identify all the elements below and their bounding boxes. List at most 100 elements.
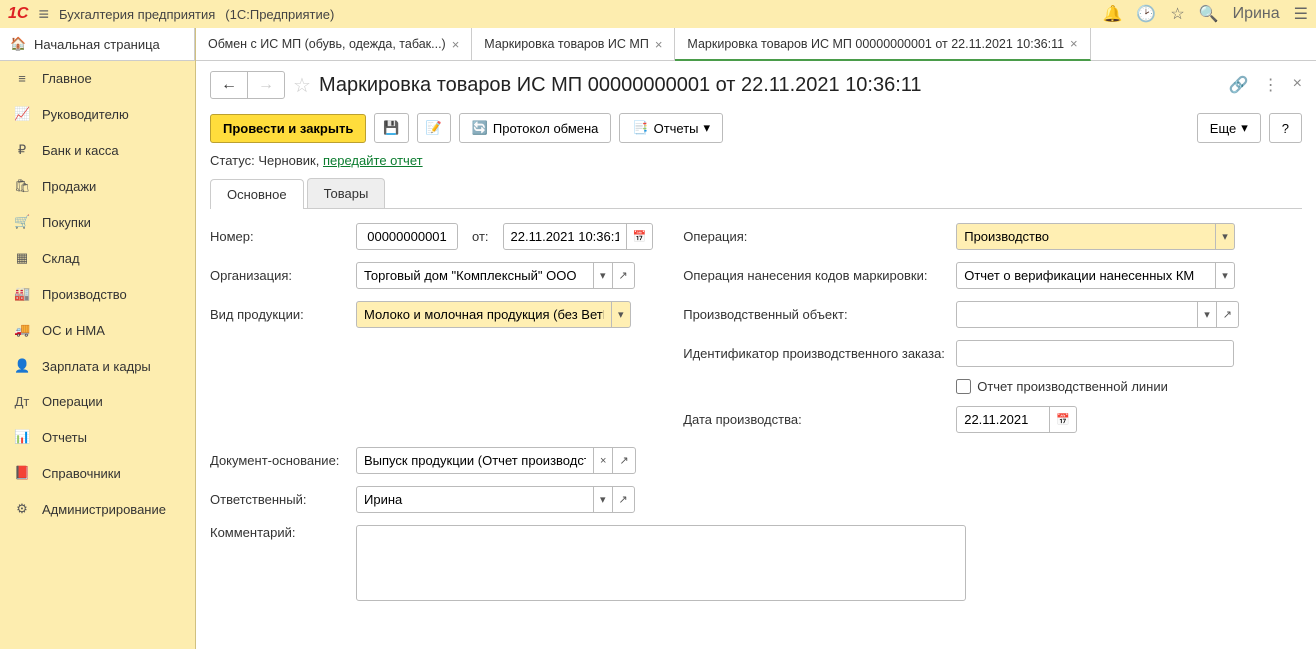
sidebar-item-warehouse[interactable]: ▦Склад [0,240,195,276]
operation-label: Операция: [683,229,948,244]
chevron-down-icon[interactable]: ▾ [1197,302,1216,327]
line-report-checkbox[interactable] [956,379,971,394]
post-close-button[interactable]: Провести и закрыть [210,114,366,143]
open-icon[interactable]: ↗ [612,487,634,512]
tab-label: Маркировка товаров ИС МП [484,37,649,51]
sidebar-home[interactable]: 🏠 Начальная страница [0,28,195,61]
tab-marking-list[interactable]: Маркировка товаров ИС МП × [472,28,675,60]
sidebar-item-sales[interactable]: 🛍 Продажи [0,168,195,204]
gear-icon: ⚙ [14,501,30,517]
sidebar-item-reports[interactable]: 📊 Отчеты [0,419,195,455]
cart-icon: 🛒 [14,214,30,230]
main-menu-icon[interactable]: ≡ [38,4,49,25]
prod-obj-field[interactable] [957,302,1197,327]
tab-marking-doc[interactable]: Маркировка товаров ИС МП 00000000001 от … [675,28,1090,61]
responsible-field[interactable] [357,487,593,512]
open-icon[interactable]: ↗ [612,263,634,288]
help-button[interactable]: ? [1269,113,1302,143]
prod-date-field[interactable] [957,407,1049,432]
number-field[interactable] [357,224,457,249]
chevron-down-icon[interactable]: ▾ [1215,224,1234,249]
favorite-icon[interactable]: ☆ [1170,4,1184,24]
sidebar-item-manager[interactable]: 📈Руководителю [0,96,195,132]
tab-exchange[interactable]: Обмен с ИС МП (обувь, одежда, табак...) × [196,28,472,60]
close-icon[interactable]: × [1070,36,1078,51]
close-page-icon[interactable]: × [1293,75,1302,95]
sidebar-item-label: Операции [42,394,103,409]
more-icon[interactable]: ⋮ [1263,75,1279,95]
button-label: Отчеты [654,121,699,136]
comment-field[interactable] [356,525,966,601]
open-icon[interactable]: ↗ [612,448,634,473]
tab-label: Обмен с ИС МП (обувь, одежда, табак...) [208,37,446,51]
status-link[interactable]: передайте отчет [323,153,423,168]
calendar-icon[interactable]: 📅 [1049,407,1076,432]
mark-op-field[interactable] [957,263,1215,288]
sidebar-item-label: Банк и касса [42,143,119,158]
sidebar-item-purchases[interactable]: 🛒Покупки [0,204,195,240]
link-icon[interactable]: 🔗 [1229,75,1249,95]
sidebar-item-salary[interactable]: 👤 Зарплата и кадры [0,348,195,384]
org-label: Организация: [210,268,348,283]
line-report-label: Отчет производственной линии [977,379,1168,394]
nav-forward-button[interactable]: → [247,72,284,98]
sidebar-item-label: Отчеты [42,430,87,445]
sidebar-item-admin[interactable]: ⚙Администрирование [0,491,195,527]
product-type-field[interactable] [357,302,611,327]
button-label: Еще [1210,121,1236,136]
logo-1c: 1С [8,5,28,23]
reports-button[interactable]: 📑Отчеты ▾ [619,113,723,143]
basis-field[interactable] [357,448,593,473]
sidebar-item-assets[interactable]: 🚚ОС и НМА [0,312,195,348]
search-icon[interactable]: 🔍 [1199,4,1219,24]
bell-icon[interactable]: 🔔 [1102,4,1122,24]
calendar-icon[interactable]: 📅 [626,224,653,249]
chevron-down-icon: ▾ [704,120,711,136]
sidebar-item-bank[interactable]: ₽Банк и касса [0,132,195,168]
sidebar-home-label: Начальная страница [34,37,160,52]
platform-name: (1С:Предприятие) [225,7,334,22]
sidebar-item-operations[interactable]: Дт Операции [0,384,195,419]
post-button[interactable]: 📝 [417,113,451,143]
protocol-button[interactable]: 🔄Протокол обмена [459,113,612,143]
nav-back-button[interactable]: ← [211,72,247,98]
home-icon: 🏠 [10,36,26,52]
page-header: ← → ☆ Маркировка товаров ИС МП 000000000… [196,61,1316,109]
sidebar-item-refs[interactable]: 📕Справочники [0,455,195,491]
bag-icon: 🛍 [14,178,30,194]
date-field[interactable] [504,224,626,249]
sidebar-item-label: Производство [42,287,127,302]
save-button[interactable]: 💾 [374,113,408,143]
sidebar-item-production[interactable]: 🏭Производство [0,276,195,312]
chevron-down-icon[interactable]: ▾ [593,487,612,512]
history-icon[interactable]: 🕑 [1136,4,1156,24]
star-icon[interactable]: ☆ [293,73,311,98]
responsible-label: Ответственный: [210,492,348,507]
sidebar-item-label: Главное [42,71,92,86]
chevron-down-icon[interactable]: ▾ [593,263,612,288]
sidebar-item-label: ОС и НМА [42,323,105,338]
operation-field[interactable] [957,224,1215,249]
close-icon[interactable]: × [452,37,460,52]
close-icon[interactable]: × [655,37,663,52]
status-label: Статус: [210,153,255,168]
order-id-field[interactable] [957,341,1233,366]
org-field[interactable] [357,263,593,288]
bars-icon: 📊 [14,429,30,445]
titlebar: 1С ≡ Бухгалтерия предприятия (1С:Предпри… [0,0,1316,28]
more-button[interactable]: Еще ▾ [1197,113,1261,143]
user-name[interactable]: Ирина [1233,5,1280,23]
person-icon: 👤 [14,358,30,374]
open-icon[interactable]: ↗ [1216,302,1238,327]
inner-tab-goods[interactable]: Товары [307,178,386,208]
dtkt-icon: Дт [14,394,30,409]
chevron-down-icon[interactable]: ▾ [611,302,630,327]
chevron-down-icon: ▾ [1241,120,1248,136]
chevron-down-icon[interactable]: ▾ [1215,263,1234,288]
sidebar-item-main[interactable]: ≡Главное [0,61,195,96]
sidebar-item-label: Зарплата и кадры [42,359,151,374]
settings-bars-icon[interactable]: ☰ [1294,4,1308,24]
sidebar-item-label: Продажи [42,179,96,194]
clear-icon[interactable]: × [593,448,612,473]
inner-tab-main[interactable]: Основное [210,179,304,209]
